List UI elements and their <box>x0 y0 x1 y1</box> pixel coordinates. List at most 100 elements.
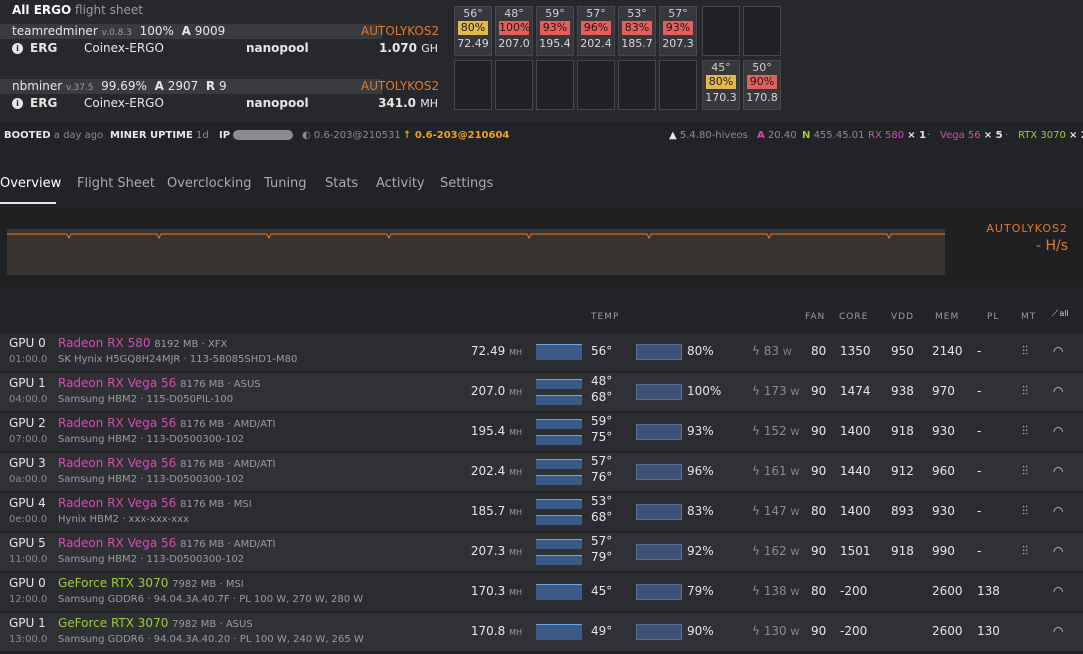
tab-stats[interactable]: Stats <box>325 176 358 191</box>
gpu-model[interactable]: GeForce RTX 3070 7982 MB · MSI <box>58 576 244 590</box>
gpu-memory-info: Samsung GDDR6 · 94.04.3A.40.7F · PL 100 … <box>58 594 364 605</box>
gpu-bus-id: 0a:00.0 <box>9 474 48 485</box>
temp-sparkline <box>536 379 582 389</box>
gauge-icon[interactable]: ◠ <box>1053 384 1063 398</box>
gpu-model[interactable]: Radeon RX Vega 56 8176 MB · MSI <box>58 496 252 510</box>
gpu-bus-id: 04:00.0 <box>9 394 48 405</box>
info-icon[interactable]: i <box>12 43 23 54</box>
col-vdd: VDD <box>891 312 915 322</box>
tab-activity[interactable]: Activity <box>376 176 425 191</box>
gpu-core: 1474 <box>840 384 871 398</box>
gpu-cell-empty <box>577 60 615 110</box>
gpu-fan-percent: 79% <box>687 584 714 598</box>
lightning-icon: ϟ <box>752 424 760 438</box>
gpu-id: GPU 0 <box>9 576 46 590</box>
gpu-cell-empty <box>618 60 656 110</box>
gauge-icon[interactable]: ◠ <box>1053 584 1063 598</box>
gpu-power-limit: - <box>977 344 982 358</box>
gpu-cell[interactable]: 45° 80% 170.3 <box>702 60 740 110</box>
miner-accepted: 9009 <box>194 24 226 38</box>
tab-overview[interactable]: Overview <box>0 176 61 191</box>
fan-sparkline <box>636 624 682 640</box>
sliders-icon[interactable]: ⫶⫶ <box>1022 504 1028 519</box>
fan-sparkline <box>636 384 682 400</box>
ip-address[interactable]: IP <box>219 130 294 141</box>
gpu-id: GPU 0 <box>9 336 46 350</box>
gpu-model[interactable]: Radeon RX Vega 56 8176 MB · ASUS <box>58 376 261 390</box>
gauge-icon[interactable]: ◠ <box>1053 424 1063 438</box>
gpu-model[interactable]: Radeon RX 580 8192 MB · XFX <box>58 336 227 350</box>
gpu-mem-temp: 68° <box>591 510 613 524</box>
gpu-cell[interactable]: 57° 93% 207.3 <box>659 6 697 56</box>
gpu-power-limit: 138 <box>977 584 1000 598</box>
gpu-memory-info: Samsung GDDR6 · 94.04.3A.40.20 · PL 100 … <box>58 634 364 645</box>
gpu-mem-clock: 930 <box>932 504 955 518</box>
temp-sparkline <box>536 459 582 469</box>
gpu-temp: 45° <box>591 584 613 598</box>
gauge-all-icon[interactable]: ⟋all <box>1052 309 1069 319</box>
gpu-temp: 49° <box>591 624 613 638</box>
gpu-cell[interactable]: 53° 83% 185.7 <box>618 6 656 56</box>
gpu-fan-percent: 80% <box>687 344 714 358</box>
gpu-row[interactable]: GPU 0 12:00.0 GeForce RTX 3070 7982 MB · M… <box>0 572 1083 611</box>
gpu-core: 1350 <box>840 344 871 358</box>
gpu-hashrate: 207.3 MH <box>470 544 522 558</box>
gpu-model[interactable]: GeForce RTX 3070 7982 MB · ASUS <box>58 616 253 630</box>
gpu-count-rtx: RTX 3070 × 2 <box>1018 130 1083 141</box>
gpu-cell[interactable]: 50° 90% 170.8 <box>743 60 781 110</box>
col-core: CORE <box>839 312 869 322</box>
gpu-power-limit: - <box>977 424 982 438</box>
update-available[interactable]: ↑ 0.6-203@210604 <box>403 130 509 141</box>
gpu-model[interactable]: Radeon RX Vega 56 8176 MB · AMD/ATI <box>58 536 275 550</box>
gpu-mem-temp: 79° <box>591 550 613 564</box>
gauge-icon[interactable]: ◠ <box>1053 344 1063 358</box>
gpu-model[interactable]: Radeon RX Vega 56 8176 MB · AMD/ATI <box>58 456 275 470</box>
miner-accepted: 2907 <box>167 79 199 93</box>
gauge-icon[interactable]: ◠ <box>1053 544 1063 558</box>
gauge-icon[interactable]: ◠ <box>1053 504 1063 518</box>
lightning-icon: ϟ <box>752 584 760 598</box>
gpu-cell[interactable]: 56° 80% 72.49 <box>454 6 492 56</box>
tab-tuning[interactable]: Tuning <box>264 176 307 191</box>
tab-flight-sheet[interactable]: Flight Sheet <box>77 176 155 191</box>
sliders-icon[interactable]: ⫶⫶ <box>1022 464 1028 479</box>
info-icon[interactable]: i <box>12 98 23 109</box>
temp-sparkline <box>536 499 582 509</box>
sliders-icon[interactable]: ⫶⫶ <box>1022 384 1028 399</box>
hashrate-chart[interactable] <box>7 229 945 275</box>
gpu-fan: 90 <box>811 424 827 438</box>
gpu-power-limit: - <box>977 464 982 478</box>
gpu-row[interactable]: GPU 1 13:00.0 GeForce RTX 3070 7982 MB · A… <box>0 612 1083 651</box>
sliders-icon[interactable]: ⫶⫶ <box>1022 424 1028 439</box>
gpu-memory-info: SK Hynix H5GQ8H24MJR · 113-58085SHD1-M80 <box>58 354 298 365</box>
sliders-icon[interactable]: ⫶⫶ <box>1022 344 1028 359</box>
gpu-row[interactable]: GPU 3 0a:00.0 Radeon RX Vega 56 8176 MB · … <box>0 452 1083 491</box>
linux-icon: ▲ <box>669 130 677 141</box>
gpu-cell-empty <box>743 6 781 56</box>
tab-settings[interactable]: Settings <box>440 176 493 191</box>
gpu-cell[interactable]: 48° 100% 207.0 <box>495 6 533 56</box>
gpu-row[interactable]: GPU 1 04:00.0 Radeon RX Vega 56 8176 MB · … <box>0 372 1083 411</box>
coin-name: ERG <box>30 96 58 110</box>
temp-sparkline <box>536 419 582 429</box>
gpu-cell[interactable]: 57° 96% 202.4 <box>577 6 615 56</box>
sliders-icon[interactable]: ⫶⫶ <box>1022 544 1028 559</box>
tab-overclocking[interactable]: Overclocking <box>167 176 251 191</box>
gauge-icon[interactable]: ◠ <box>1053 464 1063 478</box>
miner-name-teamredminer[interactable]: teamredminer v.0.8.3 100% A 9009 <box>12 24 225 38</box>
gpu-cell[interactable]: 59° 93% 195.4 <box>536 6 574 56</box>
gpu-row[interactable]: GPU 4 0e:00.0 Radeon RX Vega 56 8176 MB · … <box>0 492 1083 531</box>
gpu-row[interactable]: GPU 0 01:00.0 Radeon RX 580 8192 MB · XFX S… <box>0 332 1083 371</box>
gpu-row[interactable]: GPU 2 07:00.0 Radeon RX Vega 56 8176 MB · … <box>0 412 1083 451</box>
pool-row: i ERG Coinex-ERGO nanopool 341.0 MH <box>12 96 442 112</box>
miner-name-nbminer[interactable]: nbminer v.37.5 99.69% A 2907 R 9 <box>12 79 227 93</box>
gauge-icon[interactable]: ◠ <box>1053 624 1063 638</box>
gpu-power: ϟ 147 W <box>752 504 800 518</box>
gpu-model[interactable]: Radeon RX Vega 56 8176 MB · AMD/ATI <box>58 416 275 430</box>
flight-sheet-title[interactable]: All ERGO flight sheet <box>12 3 143 17</box>
gpu-row[interactable]: GPU 5 11:00.0 Radeon RX Vega 56 8176 MB · … <box>0 532 1083 571</box>
gpu-fan-percent: 83% <box>687 504 714 518</box>
chart-hashrate: - H/s <box>1035 238 1068 254</box>
gpu-count-vega: Vega 56 × 5 <box>940 130 1003 141</box>
gpu-fan-percent: 93% <box>687 424 714 438</box>
